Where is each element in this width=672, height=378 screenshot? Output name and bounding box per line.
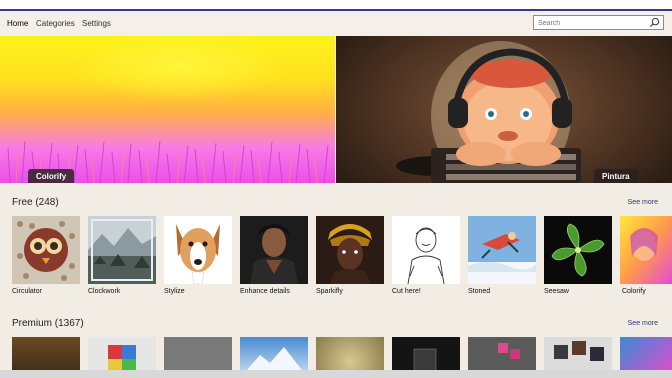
- effect-tile-stoned[interactable]: [468, 216, 536, 284]
- hero-banner-colorify[interactable]: Colorify: [0, 36, 335, 183]
- hero-label-pintura: Pintura: [594, 169, 638, 183]
- cut-here-thumbnail: [392, 216, 460, 284]
- circulator-thumbnail: [12, 216, 80, 284]
- effect-label-clockwork[interactable]: Clockwork: [88, 288, 120, 295]
- effect-label-sparkifly[interactable]: Sparkifly: [316, 288, 343, 295]
- bottom-scroll-area: [0, 370, 672, 378]
- sparkifly-thumbnail: [316, 216, 384, 284]
- stylize-thumbnail: [164, 216, 232, 284]
- effect-tile-seesaw[interactable]: [544, 216, 612, 284]
- baby-headphones-illustration: [396, 41, 581, 183]
- effect-label-cut-here[interactable]: Cut here!: [392, 288, 421, 295]
- effect-tile-enhance-details[interactable]: [240, 216, 308, 284]
- effect-tile-colorify[interactable]: [620, 216, 672, 284]
- nav-settings[interactable]: Settings: [82, 19, 111, 28]
- effect-label-stoned[interactable]: Stoned: [468, 288, 490, 295]
- nav-categories[interactable]: Categories: [36, 19, 75, 28]
- search-icon[interactable]: [649, 17, 660, 28]
- see-more-free-link[interactable]: See more: [628, 199, 658, 206]
- window-top-border: [0, 0, 672, 11]
- nav-home[interactable]: Home: [7, 19, 28, 28]
- hero-label-colorify: Colorify: [28, 169, 75, 183]
- enhance-details-thumbnail: [240, 216, 308, 284]
- effect-label-stylize[interactable]: Stylize: [164, 288, 185, 295]
- effect-label-circulator[interactable]: Circulator: [12, 288, 42, 295]
- search-input[interactable]: [538, 18, 646, 28]
- clockwork-thumbnail: [88, 216, 156, 284]
- effect-tile-sparkifly[interactable]: [316, 216, 384, 284]
- effect-label-enhance-details[interactable]: Enhance details: [240, 288, 290, 295]
- effect-label-seesaw[interactable]: Seesaw: [544, 288, 569, 295]
- colorify-thumbnail: [620, 216, 672, 284]
- search-box[interactable]: [533, 15, 664, 30]
- effect-tile-stylize[interactable]: [164, 216, 232, 284]
- stoned-thumbnail: [468, 216, 536, 284]
- effect-tile-clockwork[interactable]: [88, 216, 156, 284]
- effect-tile-cut-here[interactable]: [392, 216, 460, 284]
- section-title-premium: Premium (1367): [12, 318, 84, 329]
- seesaw-thumbnail: [544, 216, 612, 284]
- effect-tile-circulator[interactable]: [12, 216, 80, 284]
- section-title-free: Free (248): [12, 197, 59, 208]
- effect-label-colorify[interactable]: Colorify: [622, 288, 646, 295]
- see-more-premium-link[interactable]: See more: [628, 320, 658, 327]
- hero-banner-pintura[interactable]: Pintura: [336, 36, 672, 183]
